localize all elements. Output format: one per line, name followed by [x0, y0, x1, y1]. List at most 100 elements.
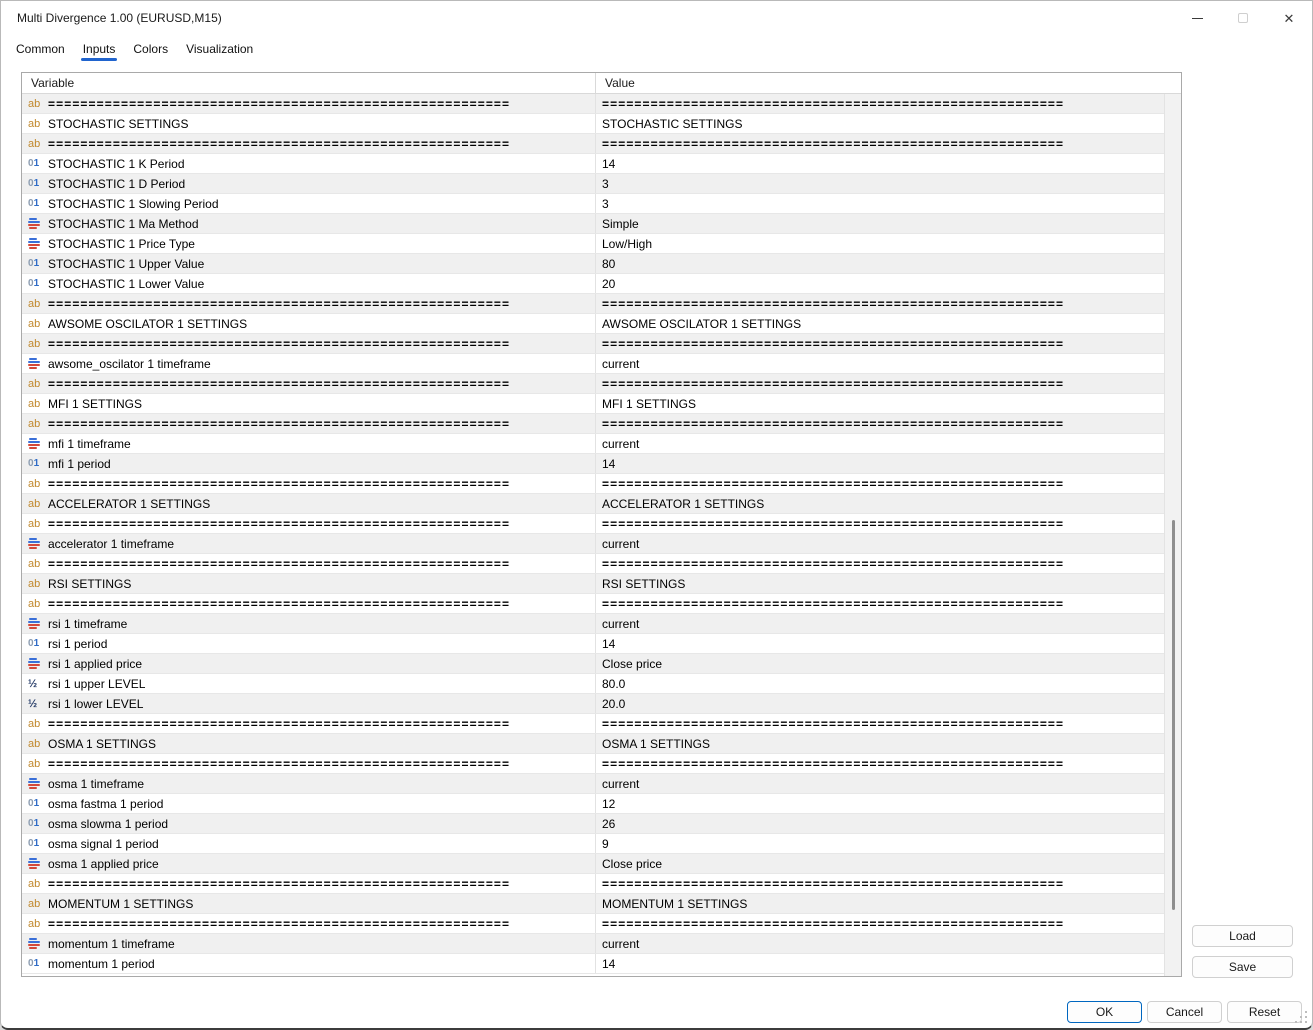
table-row[interactable]: ab =====================================… [22, 134, 1164, 154]
value-cell[interactable]: 14 [596, 634, 1164, 653]
value-cell[interactable]: 14 [596, 454, 1164, 473]
cancel-button[interactable]: Cancel [1147, 1001, 1222, 1023]
value-cell[interactable]: ========================================… [596, 594, 1164, 613]
tab-colors[interactable]: Colors [124, 35, 177, 62]
close-button[interactable]: ✕ [1266, 1, 1312, 35]
tab-visualization[interactable]: Visualization [177, 35, 262, 62]
table-row[interactable]: ab =====================================… [22, 94, 1164, 114]
table-row[interactable]: rsi 1 applied price Close price [22, 654, 1164, 674]
value-cell[interactable]: OSMA 1 SETTINGS [596, 734, 1164, 753]
column-header-variable[interactable]: Variable [22, 73, 596, 93]
value-cell[interactable]: ========================================… [596, 414, 1164, 433]
value-cell[interactable]: MFI 1 SETTINGS [596, 394, 1164, 413]
value-cell[interactable]: ========================================… [596, 294, 1164, 313]
value-cell[interactable]: 80 [596, 254, 1164, 273]
value-cell[interactable]: ========================================… [596, 714, 1164, 733]
table-row[interactable]: ab =====================================… [22, 474, 1164, 494]
minimize-button[interactable] [1174, 1, 1220, 35]
table-row[interactable]: ½ rsi 1 lower LEVEL 20.0 [22, 694, 1164, 714]
table-row[interactable]: ab =====================================… [22, 514, 1164, 534]
ok-button[interactable]: OK [1067, 1001, 1142, 1023]
value-cell[interactable]: 26 [596, 814, 1164, 833]
table-row[interactable]: ab =====================================… [22, 554, 1164, 574]
value-cell[interactable]: current [596, 614, 1164, 633]
value-cell[interactable]: 3 [596, 194, 1164, 213]
table-row[interactable]: ab =====================================… [22, 754, 1164, 774]
table-row[interactable]: ab =====================================… [22, 294, 1164, 314]
value-cell[interactable]: 14 [596, 954, 1164, 973]
table-row[interactable]: ab =====================================… [22, 374, 1164, 394]
table-row[interactable]: STOCHASTIC 1 Ma Method Simple [22, 214, 1164, 234]
maximize-button[interactable] [1220, 1, 1266, 35]
value-cell[interactable]: ========================================… [596, 914, 1164, 933]
value-cell[interactable]: ========================================… [596, 554, 1164, 573]
resize-grip[interactable] [1295, 1011, 1307, 1023]
table-row[interactable]: ab =====================================… [22, 334, 1164, 354]
value-cell[interactable]: ========================================… [596, 754, 1164, 773]
tab-common[interactable]: Common [7, 35, 74, 62]
table-row[interactable]: 01 STOCHASTIC 1 Slowing Period 3 [22, 194, 1164, 214]
table-row[interactable]: ab =====================================… [22, 714, 1164, 734]
table-row[interactable]: awsome_oscilator 1 timeframe current [22, 354, 1164, 374]
value-cell[interactable]: ========================================… [596, 94, 1164, 113]
table-row[interactable]: 01 STOCHASTIC 1 Lower Value 20 [22, 274, 1164, 294]
value-cell[interactable]: ========================================… [596, 474, 1164, 493]
value-cell[interactable]: ========================================… [596, 514, 1164, 533]
scrollbar-thumb[interactable] [1172, 520, 1175, 910]
reset-button[interactable]: Reset [1227, 1001, 1302, 1023]
table-row[interactable]: accelerator 1 timeframe current [22, 534, 1164, 554]
vertical-scrollbar[interactable] [1164, 94, 1181, 976]
table-row[interactable]: 01 osma signal 1 period 9 [22, 834, 1164, 854]
table-row[interactable]: ab OSMA 1 SETTINGS OSMA 1 SETTINGS [22, 734, 1164, 754]
value-cell[interactable]: current [596, 934, 1164, 953]
table-row[interactable]: ab ACCELERATOR 1 SETTINGS ACCELERATOR 1 … [22, 494, 1164, 514]
table-row[interactable]: 01 momentum 1 period 14 [22, 954, 1164, 974]
table-row[interactable]: STOCHASTIC 1 Price Type Low/High [22, 234, 1164, 254]
value-cell[interactable]: 80.0 [596, 674, 1164, 693]
table-row[interactable]: 01 STOCHASTIC 1 D Period 3 [22, 174, 1164, 194]
value-cell[interactable]: ========================================… [596, 134, 1164, 153]
value-cell[interactable]: 20 [596, 274, 1164, 293]
table-row[interactable]: ½ rsi 1 upper LEVEL 80.0 [22, 674, 1164, 694]
value-cell[interactable]: ========================================… [596, 874, 1164, 893]
table-row[interactable]: rsi 1 timeframe current [22, 614, 1164, 634]
save-button[interactable]: Save [1192, 956, 1293, 978]
table-row[interactable]: ab RSI SETTINGS RSI SETTINGS [22, 574, 1164, 594]
table-row[interactable]: 01 osma fastma 1 period 12 [22, 794, 1164, 814]
value-cell[interactable]: AWSOME OSCILATOR 1 SETTINGS [596, 314, 1164, 333]
value-cell[interactable]: Close price [596, 854, 1164, 873]
table-row[interactable]: ab MFI 1 SETTINGS MFI 1 SETTINGS [22, 394, 1164, 414]
value-cell[interactable]: 3 [596, 174, 1164, 193]
table-row[interactable]: ab =====================================… [22, 914, 1164, 934]
column-header-value[interactable]: Value [596, 73, 1181, 93]
table-row[interactable]: 01 STOCHASTIC 1 Upper Value 80 [22, 254, 1164, 274]
load-button[interactable]: Load [1192, 925, 1293, 947]
title-bar[interactable]: Multi Divergence 1.00 (EURUSD,M15) ✕ [1, 1, 1312, 35]
value-cell[interactable]: 20.0 [596, 694, 1164, 713]
table-row[interactable]: ab STOCHASTIC SETTINGS STOCHASTIC SETTIN… [22, 114, 1164, 134]
value-cell[interactable]: current [596, 434, 1164, 453]
table-row[interactable]: ab =====================================… [22, 874, 1164, 894]
table-row[interactable]: momentum 1 timeframe current [22, 934, 1164, 954]
value-cell[interactable]: STOCHASTIC SETTINGS [596, 114, 1164, 133]
value-cell[interactable]: 12 [596, 794, 1164, 813]
value-cell[interactable]: current [596, 774, 1164, 793]
value-cell[interactable]: Simple [596, 214, 1164, 233]
table-row[interactable]: 01 mfi 1 period 14 [22, 454, 1164, 474]
value-cell[interactable]: ========================================… [596, 334, 1164, 353]
value-cell[interactable]: current [596, 354, 1164, 373]
table-row[interactable]: osma 1 applied price Close price [22, 854, 1164, 874]
value-cell[interactable]: ACCELERATOR 1 SETTINGS [596, 494, 1164, 513]
table-row[interactable]: ab =====================================… [22, 414, 1164, 434]
value-cell[interactable]: 9 [596, 834, 1164, 853]
table-row[interactable]: ab MOMENTUM 1 SETTINGS MOMENTUM 1 SETTIN… [22, 894, 1164, 914]
table-row[interactable]: 01 rsi 1 period 14 [22, 634, 1164, 654]
table-row[interactable]: mfi 1 timeframe current [22, 434, 1164, 454]
table-row[interactable]: ab =====================================… [22, 594, 1164, 614]
value-cell[interactable]: Low/High [596, 234, 1164, 253]
value-cell[interactable]: ========================================… [596, 374, 1164, 393]
table-row[interactable]: ab AWSOME OSCILATOR 1 SETTINGS AWSOME OS… [22, 314, 1164, 334]
table-row[interactable]: osma 1 timeframe current [22, 774, 1164, 794]
value-cell[interactable]: MOMENTUM 1 SETTINGS [596, 894, 1164, 913]
table-row[interactable]: 01 STOCHASTIC 1 K Period 14 [22, 154, 1164, 174]
